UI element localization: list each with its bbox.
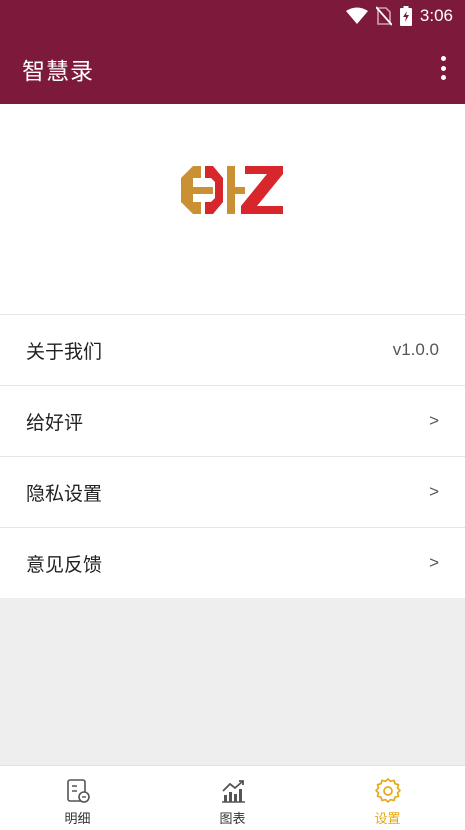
chevron-right-icon: > (429, 482, 439, 501)
settings-item-feedback[interactable]: 意见反馈 > (0, 527, 465, 598)
tab-label: 图表 (219, 812, 246, 827)
version-text: v1.0.0 (392, 340, 439, 359)
gear-icon (374, 778, 401, 803)
more-vert-icon-dot (440, 65, 446, 71)
tab-settings[interactable]: 设置 (310, 766, 465, 830)
settings-item-rate[interactable]: 给好评 > (0, 385, 465, 456)
chart-icon (221, 780, 245, 803)
app-title: 智慧录 (22, 59, 94, 85)
settings-item-label: 意见反馈 (26, 553, 103, 576)
hdz-logo (181, 166, 283, 214)
status-icons: 3:06 (345, 5, 453, 27)
tab-label: 设置 (374, 812, 401, 827)
more-vert-icon (440, 56, 446, 61)
no-sim-icon (375, 6, 392, 26)
battery-charging-icon (399, 6, 412, 26)
details-icon (66, 779, 90, 803)
more-options-button[interactable] (435, 54, 451, 82)
app-bar: 智慧录 (0, 32, 465, 104)
tab-details[interactable]: 明细 (0, 766, 155, 830)
settings-item-privacy[interactable]: 隐私设置 > (0, 456, 465, 527)
settings-list: 关于我们 v1.0.0 给好评 > 隐私设置 > 意见反馈 > (0, 314, 465, 598)
logo-area (0, 104, 465, 314)
settings-item-label: 关于我们 (26, 340, 103, 363)
settings-item-label: 隐私设置 (26, 482, 103, 505)
settings-item-about[interactable]: 关于我们 v1.0.0 (0, 314, 465, 385)
more-vert-icon-dot (440, 75, 446, 80)
wifi-icon (345, 7, 368, 24)
chevron-right-icon: > (429, 553, 439, 572)
status-bar: 3:06 (0, 0, 465, 32)
bottom-nav: 明细 图表 设置 (0, 765, 465, 830)
chevron-right-icon: > (429, 411, 439, 430)
tab-label: 明细 (64, 812, 91, 827)
tab-chart[interactable]: 图表 (155, 766, 310, 830)
status-time: 3:06 (419, 6, 453, 25)
settings-item-label: 给好评 (26, 411, 84, 434)
